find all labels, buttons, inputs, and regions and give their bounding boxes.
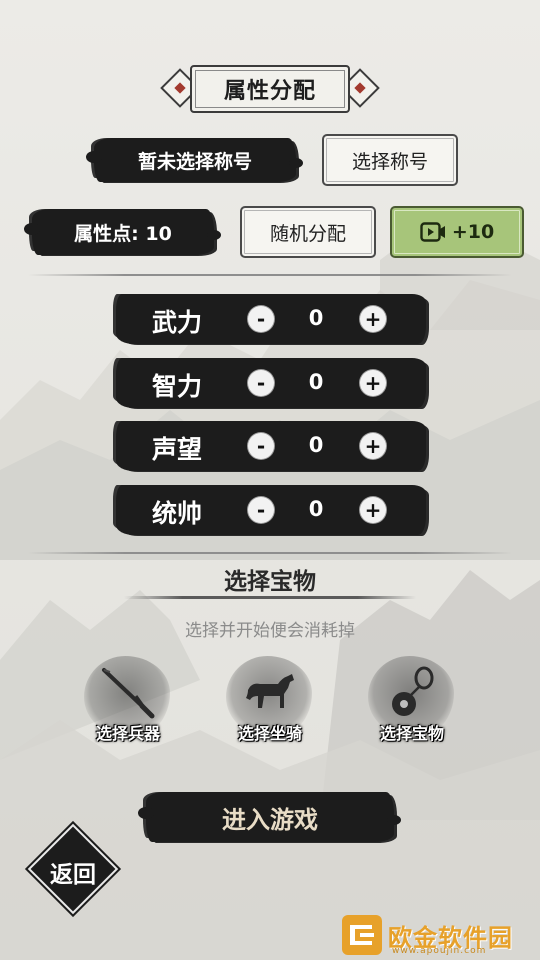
back-button-label: 返回 bbox=[50, 862, 96, 888]
stat-label: 声望 bbox=[152, 435, 203, 464]
treasure-section-title: 选择宝物 bbox=[224, 569, 316, 595]
current-title-label: 暂未选择称号 bbox=[86, 138, 303, 182]
stat-value: 0 bbox=[308, 306, 324, 330]
divider-top bbox=[28, 274, 512, 276]
stat-value: 0 bbox=[308, 370, 324, 394]
watermark-logo: 欧金软件园 www.apoujin.com bbox=[340, 912, 536, 958]
watermark-url: www.apoujin.com bbox=[392, 946, 487, 956]
page-title-banner: 属性分配 bbox=[160, 62, 380, 116]
stat-label: 武力 bbox=[152, 308, 203, 337]
stat-row-strength: 武力 - 0 + bbox=[116, 294, 426, 344]
sword-icon bbox=[102, 668, 155, 719]
watch-ad-bonus-button[interactable]: +10 bbox=[390, 206, 524, 258]
back-button[interactable]: 返回 bbox=[27, 823, 119, 915]
decrease-button[interactable]: - bbox=[248, 306, 274, 332]
stat-value: 0 bbox=[308, 497, 324, 521]
decrease-button[interactable]: - bbox=[248, 497, 274, 523]
increase-button[interactable]: + bbox=[360, 497, 386, 523]
treasure-title-underline bbox=[124, 596, 416, 599]
treasure-label: 选择宝物 bbox=[379, 724, 444, 743]
increase-button[interactable]: + bbox=[360, 306, 386, 332]
horse-icon bbox=[246, 674, 294, 708]
select-mount-button[interactable]: 选择坐骑 bbox=[220, 652, 320, 752]
stat-row-prestige: 声望 - 0 + bbox=[116, 421, 426, 471]
jade-pendant-icon bbox=[392, 666, 434, 716]
weapon-label: 选择兵器 bbox=[95, 724, 160, 743]
stat-row-command: 统帅 - 0 + bbox=[116, 485, 426, 535]
video-play-icon bbox=[420, 222, 445, 242]
random-allocate-button[interactable]: 随机分配 bbox=[240, 206, 376, 258]
select-title-button[interactable]: 选择称号 bbox=[322, 134, 458, 186]
stat-value: 0 bbox=[308, 433, 324, 457]
select-weapon-button[interactable]: 选择兵器 bbox=[78, 652, 178, 752]
select-treasure-button[interactable]: 选择宝物 bbox=[362, 652, 462, 752]
bonus-amount-label: +10 bbox=[451, 221, 495, 243]
stat-row-intelligence: 智力 - 0 + bbox=[116, 358, 426, 408]
mount-label: 选择坐骑 bbox=[237, 724, 302, 743]
enter-game-button[interactable]: 进入游戏 bbox=[138, 792, 401, 842]
page-title: 属性分配 bbox=[190, 65, 350, 113]
decrease-button[interactable]: - bbox=[248, 370, 274, 396]
increase-button[interactable]: + bbox=[360, 370, 386, 396]
decrease-button[interactable]: - bbox=[248, 433, 274, 459]
watermark-logo-icon bbox=[342, 915, 382, 955]
increase-button[interactable]: + bbox=[360, 433, 386, 459]
treasure-section-hint: 选择并开始便会消耗掉 bbox=[185, 621, 355, 641]
stat-label: 智力 bbox=[152, 372, 203, 401]
attribute-points-label: 属性点: 10 bbox=[24, 209, 221, 255]
stat-label: 统帅 bbox=[152, 499, 203, 528]
divider-middle bbox=[28, 552, 512, 554]
